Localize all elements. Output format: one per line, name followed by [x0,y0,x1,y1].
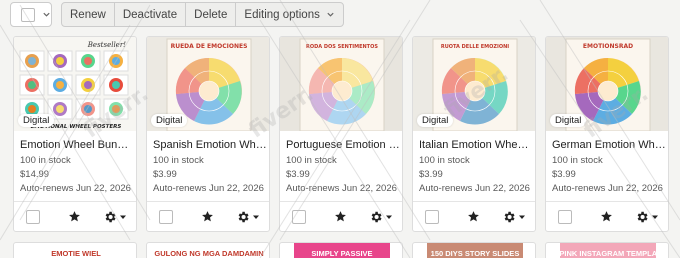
listing-stock: 100 in stock [20,155,71,166]
caret-down-icon[interactable] [519,214,525,220]
listing-title[interactable]: Spanish Emotion Wheel... [153,139,267,151]
listing-renew-date: Auto-renews Jun 22, 2026 [286,183,397,194]
editing-options-dropdown[interactable]: Editing options [236,3,342,26]
listing-checkbox[interactable] [292,209,306,224]
listing-card[interactable]: RODA DOS SENTIMENTOS Portuguese Emotion … [279,36,403,232]
thumb-head-text: Bestseller! [87,41,126,49]
select-all-dropdown[interactable] [10,2,52,27]
listing-renew-date: Auto-renews Jun 22, 2026 [20,183,131,194]
listing-card[interactable]: GULONG NG MGA DAMDAMIN [146,242,270,258]
thumb-head-text: RODA DOS SENTIMENTOS [306,44,378,50]
delete-button[interactable]: Delete [186,3,237,26]
chevron-down-icon [327,12,334,17]
listing-renew-date: Auto-renews Jun 22, 2026 [419,183,530,194]
listing-card[interactable]: Bestseller! EMOTIONAL WHEEL POSTERS Digi… [13,36,137,232]
listings-grid: Bestseller! EMOTIONAL WHEEL POSTERS Digi… [13,36,669,232]
digital-badge: Digital [18,114,55,127]
listing-checkbox[interactable] [159,209,173,224]
listing-thumbnail-strip: 700 PINK INSTAGRAM TEMPLATES [546,243,668,258]
listing-price: $3.99 [153,169,177,180]
listing-checkbox[interactable] [26,209,40,224]
emotion-wheel-poster-image: RODA DOS SENTIMENTOS [280,37,402,131]
listing-thumbnail-strip: GULONG NG MGA DAMDAMIN [154,243,264,258]
thumb-head-text: RUOTA DELLE EMOZIONI [441,44,509,50]
digital-badge: Digital [417,114,454,127]
listing-title[interactable]: Portuguese Emotion W... [286,139,400,151]
gear-icon[interactable] [635,210,649,224]
thumb-head-text: EMOTIONSRAD [583,43,633,50]
gear-icon[interactable] [369,210,383,224]
listing-price: $3.99 [552,169,576,180]
digital-badge: Digital [151,114,188,127]
caret-down-icon[interactable] [386,214,392,220]
listing-title[interactable]: Italian Emotion Wheel P... [419,139,533,151]
caret-down-icon[interactable] [120,214,126,220]
editing-options-label: Editing options [244,8,320,21]
gear-icon[interactable] [103,210,117,224]
gear-icon[interactable] [502,210,516,224]
gear-icon[interactable] [236,210,250,224]
listing-thumbnail-strip: SIMPLY PASSIVE [294,243,390,258]
listing-price: $3.99 [419,169,443,180]
listing-thumbnail[interactable]: RODA DOS SENTIMENTOS [280,37,402,131]
bulk-action-buttons: Renew Deactivate Delete Editing options [61,2,344,27]
listing-stock: 100 in stock [286,155,337,166]
listing-price: $3.99 [286,169,310,180]
listing-actions [546,201,668,231]
listing-card[interactable]: EMOTIE WIEL [13,242,137,258]
listing-renew-date: Auto-renews Jun 22, 2026 [552,183,663,194]
listing-title[interactable]: Emotion Wheel Bundle ... [20,139,134,151]
listing-title[interactable]: German Emotion Wheel... [552,139,666,151]
listing-price: $14.99 [20,169,50,180]
star-icon[interactable] [334,210,347,223]
listing-actions [147,201,269,231]
listing-stock: 100 in stock [419,155,470,166]
listing-card[interactable]: 150 DIYS STORY SLIDES [412,242,536,258]
listing-stock: 100 in stock [552,155,603,166]
bulk-toolbar: Renew Deactivate Delete Editing options [10,2,344,27]
listings-grid-row-2: EMOTIE WIEL GULONG NG MGA DAMDAMIN SIMPL… [13,242,669,258]
caret-down-icon[interactable] [652,214,658,220]
listing-card[interactable]: EMOTIONSRAD Digital German Emotion Wheel… [545,36,669,232]
renew-button[interactable]: Renew [62,3,115,26]
listing-checkbox[interactable] [425,209,439,224]
star-icon[interactable] [467,210,480,223]
chevron-down-icon [43,12,50,17]
listing-card[interactable]: 700 PINK INSTAGRAM TEMPLATES [545,242,669,258]
thumb-head-text: RUEDA DE EMOCIONES [171,43,248,50]
select-all-checkbox[interactable] [21,7,35,22]
digital-badge: Digital [550,114,587,127]
listing-card[interactable]: RUOTA DELLE EMOZIONI Digital Italian Emo… [412,36,536,232]
listing-thumbnail-strip: EMOTIE WIEL [28,243,124,258]
listing-actions [413,201,535,231]
listing-checkbox[interactable] [558,209,572,224]
listing-stock: 100 in stock [153,155,204,166]
listing-card[interactable]: RUEDA DE EMOCIONES Digital Spanish Emoti… [146,36,270,232]
listing-actions [280,201,402,231]
listing-renew-date: Auto-renews Jun 22, 2026 [153,183,264,194]
listing-thumbnail-strip: 150 DIYS STORY SLIDES [427,243,523,258]
listing-actions [14,201,136,231]
caret-down-icon[interactable] [253,214,259,220]
star-icon[interactable] [600,210,613,223]
deactivate-button[interactable]: Deactivate [115,3,187,26]
star-icon[interactable] [201,210,214,223]
star-icon[interactable] [68,210,81,223]
listing-card[interactable]: SIMPLY PASSIVE [279,242,403,258]
